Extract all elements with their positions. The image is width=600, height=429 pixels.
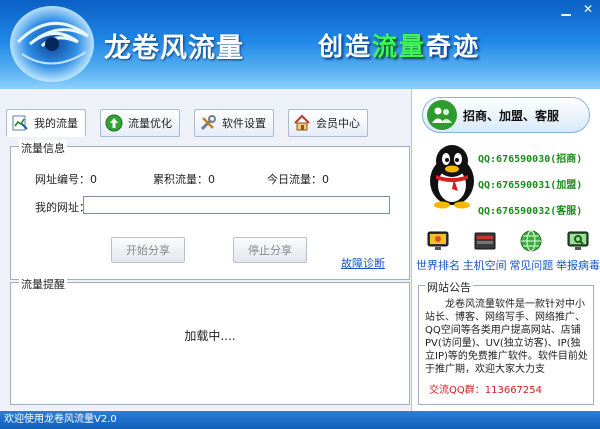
slogan: 创造流量奇迹 — [318, 27, 480, 63]
notice-text: 龙卷风流量软件是一款针对中小站长、博客、网络写手、网络推广、QQ空间等各类用户提… — [425, 299, 588, 375]
minimize-button[interactable]: ▁ — [558, 2, 574, 16]
tab-my-traffic[interactable]: 我的流量 — [6, 109, 86, 137]
qq-contact-list: QQ:676590030(招商) QQ:676590031(加盟) QQ:676… — [478, 150, 582, 228]
app-title: 龙卷风流量 — [104, 33, 244, 64]
qq-penguin-icon — [430, 145, 474, 209]
url-label: 我的网址： — [35, 201, 90, 214]
arrow-up-icon — [105, 114, 123, 132]
notice-qq-group: 交流QQ群：113667254 — [429, 385, 543, 396]
qq-contact-join[interactable]: QQ:676590031(加盟) — [478, 176, 582, 191]
quick-link-label: 常见问题 — [509, 259, 554, 272]
promo-label: 招商、加盟、客服 — [463, 108, 560, 123]
url-input[interactable] — [83, 196, 390, 214]
promo-button[interactable]: 招商、加盟、客服 — [422, 97, 590, 133]
tab-member-center[interactable]: 会员中心 — [288, 109, 368, 137]
users-icon — [427, 100, 457, 130]
start-share-button[interactable]: 开始分享 — [111, 237, 185, 263]
close-button[interactable]: ✕ — [580, 2, 596, 16]
tab-label: 会员中心 — [316, 117, 360, 130]
sidebar: 招商、加盟、客服 QQ:676590030(招商) QQ:676590031(加… — [412, 89, 600, 411]
quick-link-label: 世界排名 — [416, 259, 460, 272]
quick-link-faq[interactable]: 常见问题 — [509, 229, 553, 273]
slogan-highlight: 流量 — [372, 32, 427, 61]
tab-label: 流量优化 — [128, 117, 172, 130]
tornado-logo-icon — [10, 6, 94, 82]
diagnose-link[interactable]: 故障诊断 — [341, 255, 385, 271]
today-traffic-text: 今日流量：0 — [267, 173, 329, 186]
total-traffic-text: 累积流量：0 — [153, 173, 215, 186]
quick-link-label: 主机空间 — [462, 259, 507, 272]
globe-icon — [520, 230, 542, 252]
shield-monitor-icon — [567, 231, 589, 250]
tab-label: 软件设置 — [222, 117, 266, 130]
main-content: 我的流量 流量优化 软件设置 会员中心 流量信息 网址编号：0 累积流量：0 今… — [0, 89, 411, 411]
quick-link-world-rank[interactable]: 世界排名 — [416, 229, 460, 273]
quick-link-label: 举报病毒 — [555, 259, 600, 272]
tab-software-settings[interactable]: 软件设置 — [194, 109, 274, 137]
qq-contact-service[interactable]: QQ:676590032(客服) — [478, 202, 582, 217]
traffic-info-panel: 流量信息 网址编号：0 累积流量：0 今日流量：0 我的网址： 开始分享 停止分… — [10, 140, 410, 280]
traffic-alert-title: 流量提醒 — [19, 276, 67, 292]
traffic-alert-panel: 流量提醒 加载中.... — [10, 276, 410, 405]
slogan-part1: 创造 — [318, 32, 373, 61]
quick-links: 世界排名 主机空间 常见问题 举报病毒 — [416, 229, 600, 273]
chart-icon — [12, 115, 28, 131]
tools-icon — [200, 115, 216, 131]
quick-link-host-space[interactable]: 主机空间 — [463, 229, 507, 273]
tab-bar: 我的流量 流量优化 软件设置 会员中心 — [6, 109, 368, 137]
qq-contact-merchant[interactable]: QQ:676590030(招商) — [478, 150, 582, 165]
slogan-part2: 奇迹 — [426, 32, 481, 61]
window-controls: ▁ ✕ — [558, 2, 596, 16]
site-id-text: 网址编号：0 — [35, 173, 97, 186]
traffic-info-title: 流量信息 — [19, 140, 67, 156]
quick-link-report-virus[interactable]: 举报病毒 — [556, 229, 600, 273]
tab-traffic-optimize[interactable]: 流量优化 — [100, 109, 180, 137]
server-icon — [474, 232, 496, 250]
notice-panel: 网站公告 龙卷风流量软件是一款针对中小站长、博客、网络写手、网络推广、QQ空间等… — [418, 279, 594, 405]
loading-text: 加载中.... — [184, 329, 236, 343]
status-bar: 欢迎使用龙卷风流量V2.0 — [0, 411, 600, 429]
tab-label: 我的流量 — [34, 117, 78, 130]
header-banner: 龙卷风流量 创造流量奇迹 ▁ ✕ — [0, 0, 600, 89]
stop-share-button[interactable]: 停止分享 — [233, 237, 307, 263]
notice-title: 网站公告 — [425, 279, 473, 295]
monitor-icon — [427, 231, 449, 250]
home-icon — [294, 114, 310, 131]
